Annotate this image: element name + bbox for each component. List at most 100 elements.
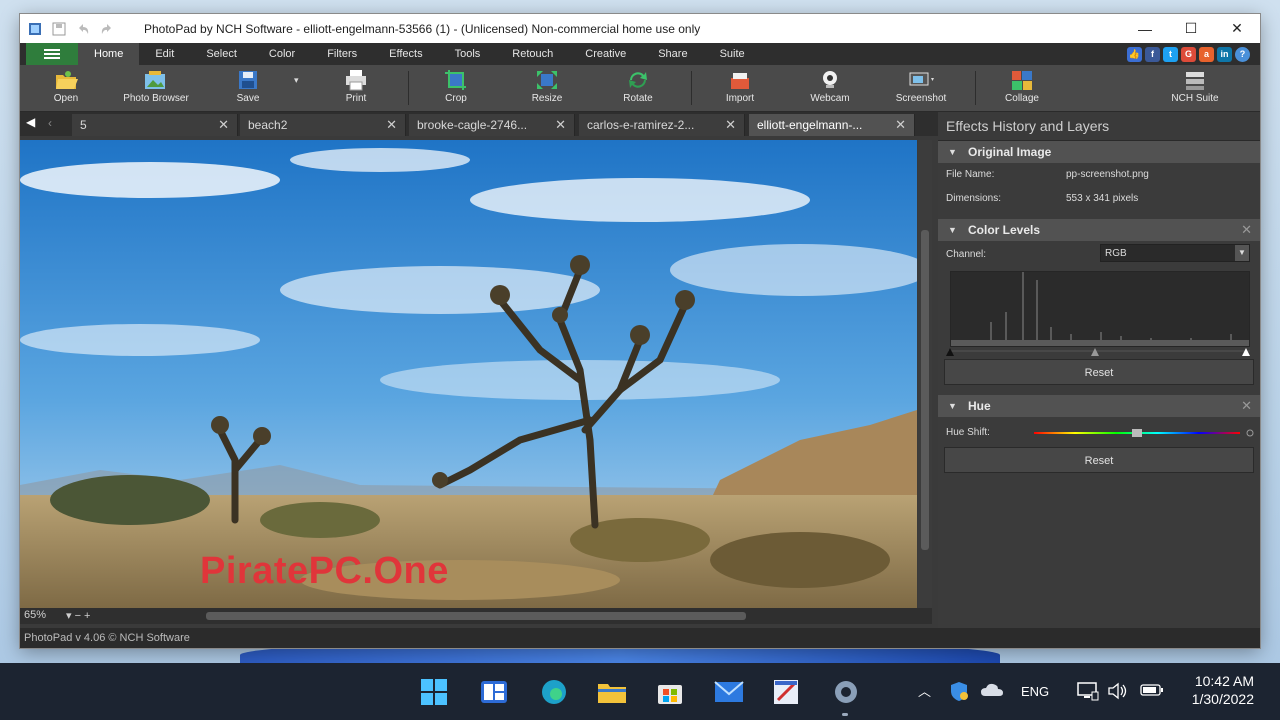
screenshot-icon [909, 72, 934, 86]
color-levels-section-header[interactable]: ▼ Color Levels ✕ [938, 219, 1260, 241]
tab-overflow-icon[interactable]: ‹ [48, 116, 52, 130]
close-tab-icon[interactable]: ✕ [895, 117, 906, 133]
zoom-level[interactable]: 65% [24, 609, 46, 621]
close-tab-icon[interactable]: ✕ [725, 117, 736, 133]
close-tab-icon[interactable]: ✕ [555, 117, 566, 133]
network-icon[interactable] [1076, 680, 1100, 705]
twitter-icon[interactable]: t [1163, 46, 1178, 62]
zoom-controls[interactable]: ▾ − + [66, 609, 90, 622]
like-icon[interactable]: 👍 [1127, 46, 1142, 62]
save-dropdown-icon[interactable]: ▾ [294, 75, 299, 86]
import-icon [731, 73, 749, 89]
tab-home[interactable]: Home [78, 43, 140, 65]
undo-icon[interactable] [76, 22, 90, 36]
document-tab-active[interactable]: elliott-engelmann-... ✕ [749, 114, 915, 136]
open-button[interactable]: Open [31, 67, 101, 104]
input-language[interactable]: ENG [1021, 684, 1049, 699]
print-button[interactable]: Print [321, 67, 391, 104]
facebook-icon[interactable]: f [1145, 46, 1160, 62]
channel-value: RGB [1105, 248, 1127, 259]
canvas-horizontal-scrollbar[interactable] [206, 612, 746, 620]
show-hidden-icons[interactable]: ︿ [918, 681, 931, 700]
start-icon[interactable] [418, 677, 450, 707]
tab-creative[interactable]: Creative [569, 43, 642, 65]
home-toolbar: Open Photo Browser Save ▾ Print Crop Res… [20, 65, 1260, 112]
document-tab[interactable]: 5 ✕ [72, 114, 238, 136]
document-tab[interactable]: carlos-e-ramirez-2... ✕ [579, 114, 745, 136]
tab-retouch[interactable]: Retouch [496, 43, 569, 65]
security-icon[interactable] [948, 680, 970, 705]
tab-share[interactable]: Share [642, 43, 703, 65]
canvas-vertical-scrollbar[interactable] [918, 140, 932, 608]
rotate-button[interactable]: Rotate [603, 67, 673, 104]
file-name-label: File Name: [946, 169, 995, 180]
section-title: Original Image [968, 145, 1052, 159]
import-button[interactable]: Import [705, 67, 775, 104]
hue-shift-slider[interactable] [1030, 427, 1256, 441]
levels-reset-button[interactable]: Reset [944, 359, 1254, 385]
volume-icon[interactable] [1107, 681, 1129, 704]
levels-slider[interactable] [946, 347, 1252, 357]
tab-select[interactable]: Select [190, 43, 253, 65]
screenshot-button[interactable]: Screenshot [886, 67, 956, 104]
tab-color[interactable]: Color [253, 43, 311, 65]
maximize-button[interactable]: ☐ [1168, 14, 1214, 43]
file-explorer-icon[interactable] [596, 677, 628, 707]
main-menu-button[interactable] [26, 43, 78, 65]
help-icon[interactable]: ? [1235, 46, 1250, 62]
levels-histogram-area [938, 267, 1260, 359]
document-tab[interactable]: beach2 ✕ [240, 114, 406, 136]
open-label: Open [53, 93, 79, 104]
nch-suite-button[interactable]: NCH Suite [1160, 67, 1230, 104]
paint-app-icon[interactable] [770, 677, 802, 707]
mail-icon[interactable] [713, 677, 745, 707]
minimize-button[interactable]: — [1122, 14, 1168, 43]
tab-suite[interactable]: Suite [704, 43, 761, 65]
widgets-icon[interactable] [478, 677, 510, 707]
remove-effect-icon[interactable]: ✕ [1241, 395, 1252, 417]
battery-icon[interactable] [1140, 683, 1164, 700]
webcam-button[interactable]: Webcam [795, 67, 865, 104]
tab-scroll-left-icon[interactable]: ◀ [26, 115, 35, 129]
close-tab-icon[interactable]: ✕ [386, 117, 397, 133]
close-tab-icon[interactable]: ✕ [218, 117, 229, 133]
close-button[interactable]: ✕ [1214, 14, 1260, 43]
tab-filters[interactable]: Filters [311, 43, 373, 65]
rss-icon[interactable]: a [1199, 46, 1214, 62]
photo-canvas[interactable] [20, 140, 917, 608]
google-plus-icon[interactable]: G [1181, 46, 1196, 62]
collapse-arrow-icon: ▼ [948, 147, 957, 157]
microsoft-store-icon[interactable] [654, 677, 686, 707]
tab-effects[interactable]: Effects [373, 43, 438, 65]
channel-select[interactable]: RGB ▼ [1100, 244, 1250, 262]
original-image-section-header[interactable]: ▼ Original Image [938, 141, 1260, 163]
menu-bar: Home Edit Select Color Filters Effects T… [20, 43, 1260, 65]
redo-icon[interactable] [100, 22, 114, 36]
edge-browser-icon[interactable] [538, 677, 570, 707]
photo-browser-button[interactable]: Photo Browser [116, 67, 196, 104]
crop-button[interactable]: Crop [421, 67, 491, 104]
dimensions-label: Dimensions: [946, 193, 1002, 204]
effects-history-panel: Effects History and Layers ▼ Original Im… [938, 112, 1260, 628]
remove-effect-icon[interactable]: ✕ [1241, 219, 1252, 241]
hue-reset-row: Reset [938, 447, 1260, 477]
tab-tools[interactable]: Tools [439, 43, 497, 65]
section-title: Color Levels [968, 223, 1041, 237]
clock[interactable]: 10:42 AM 1/30/2022 [1182, 673, 1254, 707]
onedrive-cloud-icon[interactable] [980, 682, 1004, 701]
document-tab[interactable]: brooke-cagle-2746... ✕ [409, 114, 575, 136]
collage-button[interactable]: Collage [987, 67, 1057, 104]
hue-reset-button[interactable]: Reset [944, 447, 1254, 473]
toolbar-divider [691, 71, 692, 105]
crop-icon [445, 70, 466, 90]
resize-button[interactable]: Resize [512, 67, 582, 104]
save-button[interactable]: Save [213, 67, 283, 104]
tab-edit[interactable]: Edit [139, 43, 190, 65]
hue-section-header[interactable]: ▼ Hue ✕ [938, 395, 1260, 417]
scrollbar-thumb[interactable] [921, 230, 929, 550]
collage-label: Collage [1005, 93, 1039, 104]
save-icon[interactable] [52, 22, 66, 36]
linkedin-icon[interactable]: in [1217, 46, 1232, 62]
dimensions-row: Dimensions: 553 x 341 pixels [938, 187, 1260, 211]
settings-gear-icon[interactable] [830, 677, 862, 707]
